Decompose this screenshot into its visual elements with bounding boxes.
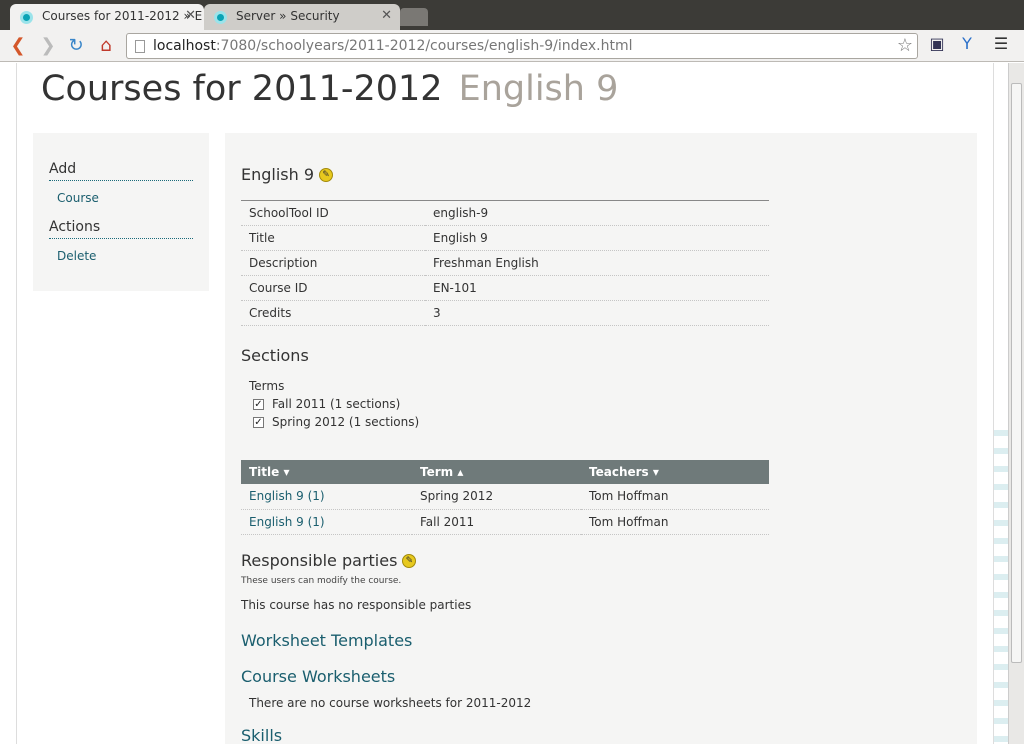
tab-security[interactable]: Server » Security ✕ xyxy=(204,4,400,30)
responsible-note: These users can modify the course. xyxy=(241,576,402,586)
sidebar-link-delete[interactable]: Delete xyxy=(49,239,193,277)
column-header-term[interactable]: Term ▴ xyxy=(412,460,581,484)
page-subtitle: English 9 xyxy=(458,69,619,109)
responsible-parties-section: Responsible parties ✎ These users can mo… xyxy=(241,551,471,612)
course-info-table: SchoolTool ID english-9 Title English 9 De… xyxy=(241,200,769,326)
field-value: Freshman English xyxy=(425,250,769,276)
url-host: localhost xyxy=(153,38,216,54)
sections-section: Sections xyxy=(241,346,309,365)
section-term: Fall 2011 xyxy=(412,509,581,535)
responsible-heading-text: Responsible parties xyxy=(241,551,398,570)
column-header-teachers[interactable]: Teachers ▾ xyxy=(581,460,769,484)
scrollbar-thumb[interactable] xyxy=(1011,83,1022,663)
course-worksheets-heading[interactable]: Course Worksheets xyxy=(241,667,531,686)
page-icon xyxy=(135,40,145,53)
edit-pencil-icon[interactable]: ✎ xyxy=(402,553,417,568)
cast-icon[interactable]: ▣ xyxy=(926,34,948,56)
course-heading: English 9 ✎ xyxy=(241,165,961,184)
sections-heading: Sections xyxy=(241,346,309,365)
table-row: Description Freshman English xyxy=(241,250,769,276)
page-scrollbar[interactable] xyxy=(1008,63,1024,744)
sidebar: Add Course Actions Delete xyxy=(33,133,209,291)
terms-label: Terms xyxy=(249,379,285,393)
field-value: 3 xyxy=(425,300,769,326)
url-path: :7080/schoolyears/2011-2012/courses/engl… xyxy=(215,38,633,54)
section-term: Spring 2012 xyxy=(412,484,581,510)
page-title-text: Courses for 2011-2012 xyxy=(41,69,443,109)
table-row: Credits 3 xyxy=(241,300,769,326)
section-link[interactable]: English 9 (1) xyxy=(241,509,412,535)
new-tab-button[interactable] xyxy=(400,8,428,26)
tab-courses[interactable]: Courses for 2011-2012 » E ✕ xyxy=(10,4,204,30)
field-label: Credits xyxy=(241,300,425,326)
field-label: SchoolTool ID xyxy=(241,200,425,226)
term-checkbox[interactable]: ✓ xyxy=(253,398,264,410)
section-teachers: Tom Hoffman xyxy=(581,509,769,535)
field-value: EN-101 xyxy=(425,275,769,301)
schooltool-icon xyxy=(20,11,33,24)
table-row: English 9 (1) Spring 2012 Tom Hoffman xyxy=(241,484,769,510)
table-row: Course ID EN-101 xyxy=(241,275,769,301)
section-link[interactable]: English 9 (1) xyxy=(241,484,412,510)
home-icon[interactable]: ⌂ xyxy=(94,34,118,58)
term-checkbox-row[interactable]: ✓ Spring 2012 (1 sections) xyxy=(253,415,419,429)
course-worksheets-message: There are no course worksheets for 2011-… xyxy=(249,696,532,710)
terms-filter: Terms ✓ Fall 2011 (1 sections) ✓ Spring … xyxy=(249,379,419,429)
tab-strip: Courses for 2011-2012 » E ✕ Server » Sec… xyxy=(0,0,1024,30)
tab-title: Server » Security xyxy=(236,9,340,23)
reload-icon[interactable]: ↻ xyxy=(64,34,88,58)
extension-icon[interactable]: Y xyxy=(956,34,978,56)
page-viewport: Courses for 2011-2012 English 9 Add Cours… xyxy=(0,63,1008,744)
responsible-heading: Responsible parties ✎ xyxy=(241,551,471,570)
field-label: Course ID xyxy=(241,275,425,301)
table-header-row: Title ▾ Term ▴ Teachers ▾ xyxy=(241,460,769,484)
address-bar[interactable]: localhost:7080/schoolyears/2011-2012/cou… xyxy=(126,33,918,59)
term-checkbox-label: Fall 2011 (1 sections) xyxy=(272,397,401,411)
course-worksheets-section: Course Worksheets There are no course wo… xyxy=(241,667,531,710)
edit-pencil-icon[interactable]: ✎ xyxy=(319,167,334,182)
field-label: Title xyxy=(241,225,425,251)
menu-icon[interactable]: ☰ xyxy=(990,34,1012,56)
field-value: English 9 xyxy=(425,225,769,251)
close-icon[interactable]: ✕ xyxy=(381,8,392,23)
field-label: Description xyxy=(241,250,425,276)
schooltool-icon xyxy=(214,11,227,24)
table-row: Title English 9 xyxy=(241,225,769,251)
sidebar-link-add-course[interactable]: Course xyxy=(49,181,193,219)
close-icon[interactable]: ✕ xyxy=(185,8,196,23)
bookmark-star-icon[interactable]: ☆ xyxy=(897,35,913,56)
decorative-hex-pattern xyxy=(994,430,1008,744)
table-row: SchoolTool ID english-9 xyxy=(241,200,769,226)
course-heading-text: English 9 xyxy=(241,165,315,184)
main-content: English 9 ✎ SchoolTool ID english-9 Title… xyxy=(225,133,977,744)
skills-heading[interactable]: Skills xyxy=(241,726,282,744)
responsible-message: This course has no responsible parties xyxy=(241,598,472,612)
page-title: Courses for 2011-2012 English 9 xyxy=(41,69,618,109)
tab-title: Courses for 2011-2012 » E xyxy=(42,9,203,23)
worksheet-templates-heading[interactable]: Worksheet Templates xyxy=(241,631,412,650)
sidebar-heading-actions: Actions xyxy=(49,219,193,239)
sections-table: Title ▾ Term ▴ Teachers ▾ English 9 (1) … xyxy=(241,460,769,535)
column-header-title[interactable]: Title ▾ xyxy=(241,460,412,484)
sidebar-heading-add: Add xyxy=(49,161,193,181)
term-checkbox-label: Spring 2012 (1 sections) xyxy=(272,415,420,429)
section-teachers: Tom Hoffman xyxy=(581,484,769,510)
browser-toolbar: ❮ ❯ ↻ ⌂ localhost:7080/schoolyears/2011-… xyxy=(0,30,1024,62)
back-icon[interactable]: ❮ xyxy=(6,34,30,58)
term-checkbox[interactable]: ✓ xyxy=(253,416,264,428)
term-checkbox-row[interactable]: ✓ Fall 2011 (1 sections) xyxy=(253,397,419,411)
field-value: english-9 xyxy=(425,200,769,226)
forward-icon[interactable]: ❯ xyxy=(36,34,60,58)
table-row: English 9 (1) Fall 2011 Tom Hoffman xyxy=(241,509,769,535)
